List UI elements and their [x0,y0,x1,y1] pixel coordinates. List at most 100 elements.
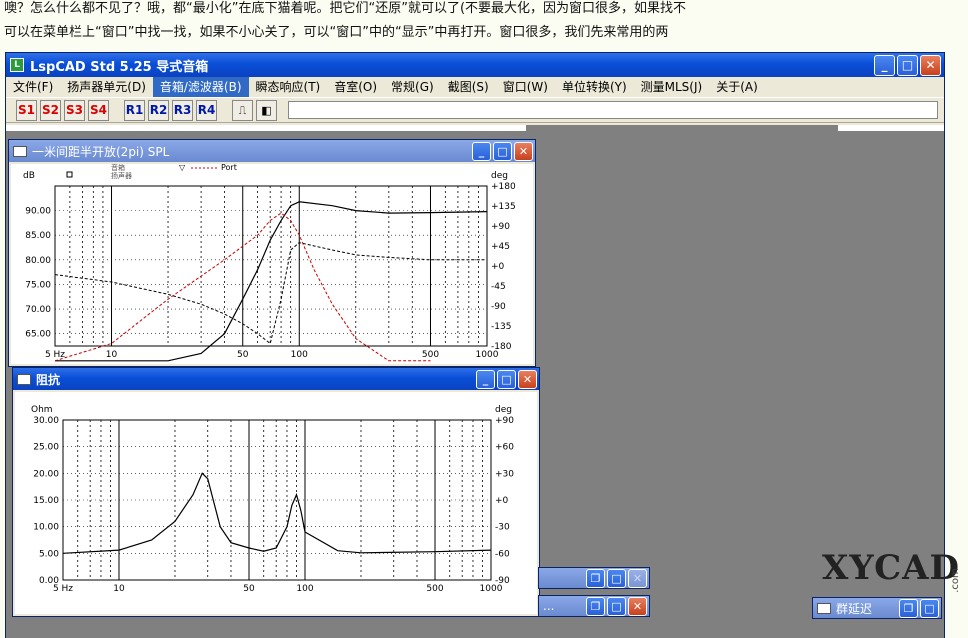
toolbar-r1-button[interactable]: R1 [124,99,145,121]
y2-tick-label: -135 [491,322,511,332]
y2-tick-label: +0 [491,262,505,272]
spl-maximize-button[interactable]: □ [493,141,512,161]
toolbar-s4-button[interactable]: S4 [88,99,109,121]
menu-item-7[interactable]: 窗口(W) [496,77,555,97]
toolbar-r2-button[interactable]: R2 [148,99,169,121]
impedance-window: 阻抗 _ □ ✕ 30.00 25.00 20.00 15.00 10.00 5.00 0.… [12,367,540,617]
y-tick-label: 85.00 [25,231,51,241]
x-tick-label: 1000 [476,350,499,360]
y2-tick-label: +135 [491,202,516,212]
maximize-button[interactable]: □ [607,568,626,588]
y2-tick-label: -60 [495,549,510,559]
plot-frame [54,185,488,347]
watermark-suffix: .com [950,568,962,593]
maximize-button[interactable]: □ [897,54,918,76]
y2-tick-label: -30 [495,523,510,533]
y2-tick-label: +45 [491,242,510,252]
x-tick-label: 1000 [480,584,503,594]
y-tick-label: 10.00 [33,523,59,533]
spl-close-button[interactable]: ✕ [514,141,533,161]
spl-window-titlebar[interactable]: 一米间距半开放(2pi) SPL _ □ ✕ [9,140,535,162]
app-title: LspCAD Std 5.25 导式音箱 [30,59,209,75]
menu-item-8[interactable]: 单位转换(Y) [555,77,634,97]
x-tick-label: 100 [296,584,313,594]
toolbar-s3-button[interactable]: S3 [64,99,85,121]
legend-label-driver: 扬声器 [111,171,132,180]
y2-tick-label: -45 [491,282,506,292]
menu-item-4[interactable]: 音室(O) [327,77,384,97]
maximize-button[interactable]: □ [920,598,939,618]
chart-window-icon [17,373,31,385]
spl-minimize-button[interactable]: _ [472,141,491,161]
close-button[interactable]: ✕ [628,596,647,616]
toolbar-r4-button[interactable]: R4 [196,99,217,121]
menu-item-0[interactable]: 文件(F) [6,77,60,97]
toolbar-s1-button[interactable]: S1 [16,99,37,121]
restore-button[interactable]: ❐ [586,596,605,616]
filter-tool-icon[interactable]: ⎍ [232,99,253,121]
menu-item-6[interactable]: 截图(S) [441,77,496,97]
y2-tick-label: +90 [495,416,514,426]
impedance-window-title: 阻抗 [36,372,61,387]
xycad-watermark-logo: XYCAD [822,548,960,588]
imp-close-button[interactable]: ✕ [518,369,537,389]
imp-maximize-button[interactable]: □ [497,369,516,389]
menu-item-2[interactable]: 音箱/滤波器(B) [152,77,249,97]
caption-line-1: 噢？怎么什么都不见了？哦，都“最小化”在底下猫着呢。把它们“还原”就可以了(不要… [4,1,687,16]
y-tick-label: 15.00 [33,496,59,506]
spl-window: 一米间距半开放(2pi) SPL _ □ ✕ 90.00 85.00 80.00 75… [8,139,536,367]
x-tick-label: 10 [113,584,125,594]
menu-item-1[interactable]: 扬声器单元(D) [60,77,153,97]
y2-tick-label: +90 [491,222,510,232]
x-tick-label: 500 [426,584,443,594]
x-tick-label: 10 [106,350,118,360]
app-titlebar[interactable]: L LspCAD Std 5.25 导式音箱 _ □ ✕ [6,53,944,77]
y-tick-label: 90.00 [25,207,51,217]
toolbar-r3-button[interactable]: R3 [172,99,193,121]
impedance-window-titlebar[interactable]: 阻抗 _ □ ✕ [13,368,539,390]
y-unit-label: dB [23,171,35,181]
minimized-group-delay-window[interactable]: 群延迟 ❐ □ [812,597,942,619]
x-tick-label: 50 [237,350,249,360]
spl-window-title: 一米间距半开放(2pi) SPL [32,144,170,159]
menu-item-5[interactable]: 常规(G) [384,77,441,97]
maximize-button[interactable]: □ [607,596,626,616]
menu-bar: 文件(F) 扬声器单元(D) 音箱/滤波器(B) 瞬态响应(T) 音室(O) 常规(G) 截… [6,77,944,97]
x-tick-label: 100 [291,350,308,360]
scroll-strip-left [6,125,526,131]
x-tick-label: 50 [243,584,255,594]
spl-chart: 90.00 85.00 80.00 75.00 70.00 65.00 +180 +135 +9… [23,163,516,362]
y2-tick-label: +60 [495,443,514,453]
menu-item-3[interactable]: 瞬态响应(T) [249,77,328,97]
app-window: L LspCAD Std 5.25 导式音箱 _ □ ✕ 文件(F) 扬声器单元(… [5,52,945,638]
spl-plot-area: 90.00 85.00 80.00 75.00 70.00 65.00 +180 +135 +9… [11,163,533,364]
y-tick-label: 80.00 [25,256,51,266]
restore-button[interactable]: ❐ [586,568,605,588]
chart-window-icon [13,145,27,157]
y2-tick-label: +0 [495,496,509,506]
mdi-workspace: 一米间距半开放(2pi) SPL _ □ ✕ 90.00 85.00 80.00 75… [6,125,944,638]
minimized-window-2[interactable]: ... ❐ □ ✕ [538,595,650,617]
imp-minimize-button[interactable]: _ [476,369,495,389]
menu-item-9[interactable]: 测量MLS(J) [634,77,710,97]
close-button[interactable]: ✕ [920,54,941,76]
close-button-disabled: ✕ [628,568,647,588]
y-tick-label: 25.00 [33,443,59,453]
menu-item-10[interactable]: 关于(A) [709,77,765,97]
minimized-window-1[interactable]: ❐ □ ✕ [538,567,650,589]
restore-button[interactable]: ❐ [899,598,918,618]
chart-window-icon [817,602,831,614]
y-tick-label: 5.00 [39,549,59,559]
minimize-button[interactable]: _ [874,54,895,76]
toolbar-field[interactable] [288,101,938,119]
group-delay-label: 群延迟 [836,601,873,616]
y2-tick-label: +180 [491,182,516,192]
scroll-strip-right [838,125,944,131]
y2-tick-label: -90 [491,302,506,312]
legend-label-port: Port [221,164,237,172]
impedance-plot-area: 30.00 25.00 20.00 15.00 10.00 5.00 0.00 +90 +60 +… [15,392,537,614]
toolbar-s2-button[interactable]: S2 [40,99,61,121]
marker-tool-icon[interactable]: ◧ [256,99,277,121]
y-unit-label: Ohm [31,405,53,415]
caption-line-2: 可以在菜单栏上“窗口”中找一找，如果不小心关了，可以“窗口”中的“显示”中再打开… [4,25,669,40]
